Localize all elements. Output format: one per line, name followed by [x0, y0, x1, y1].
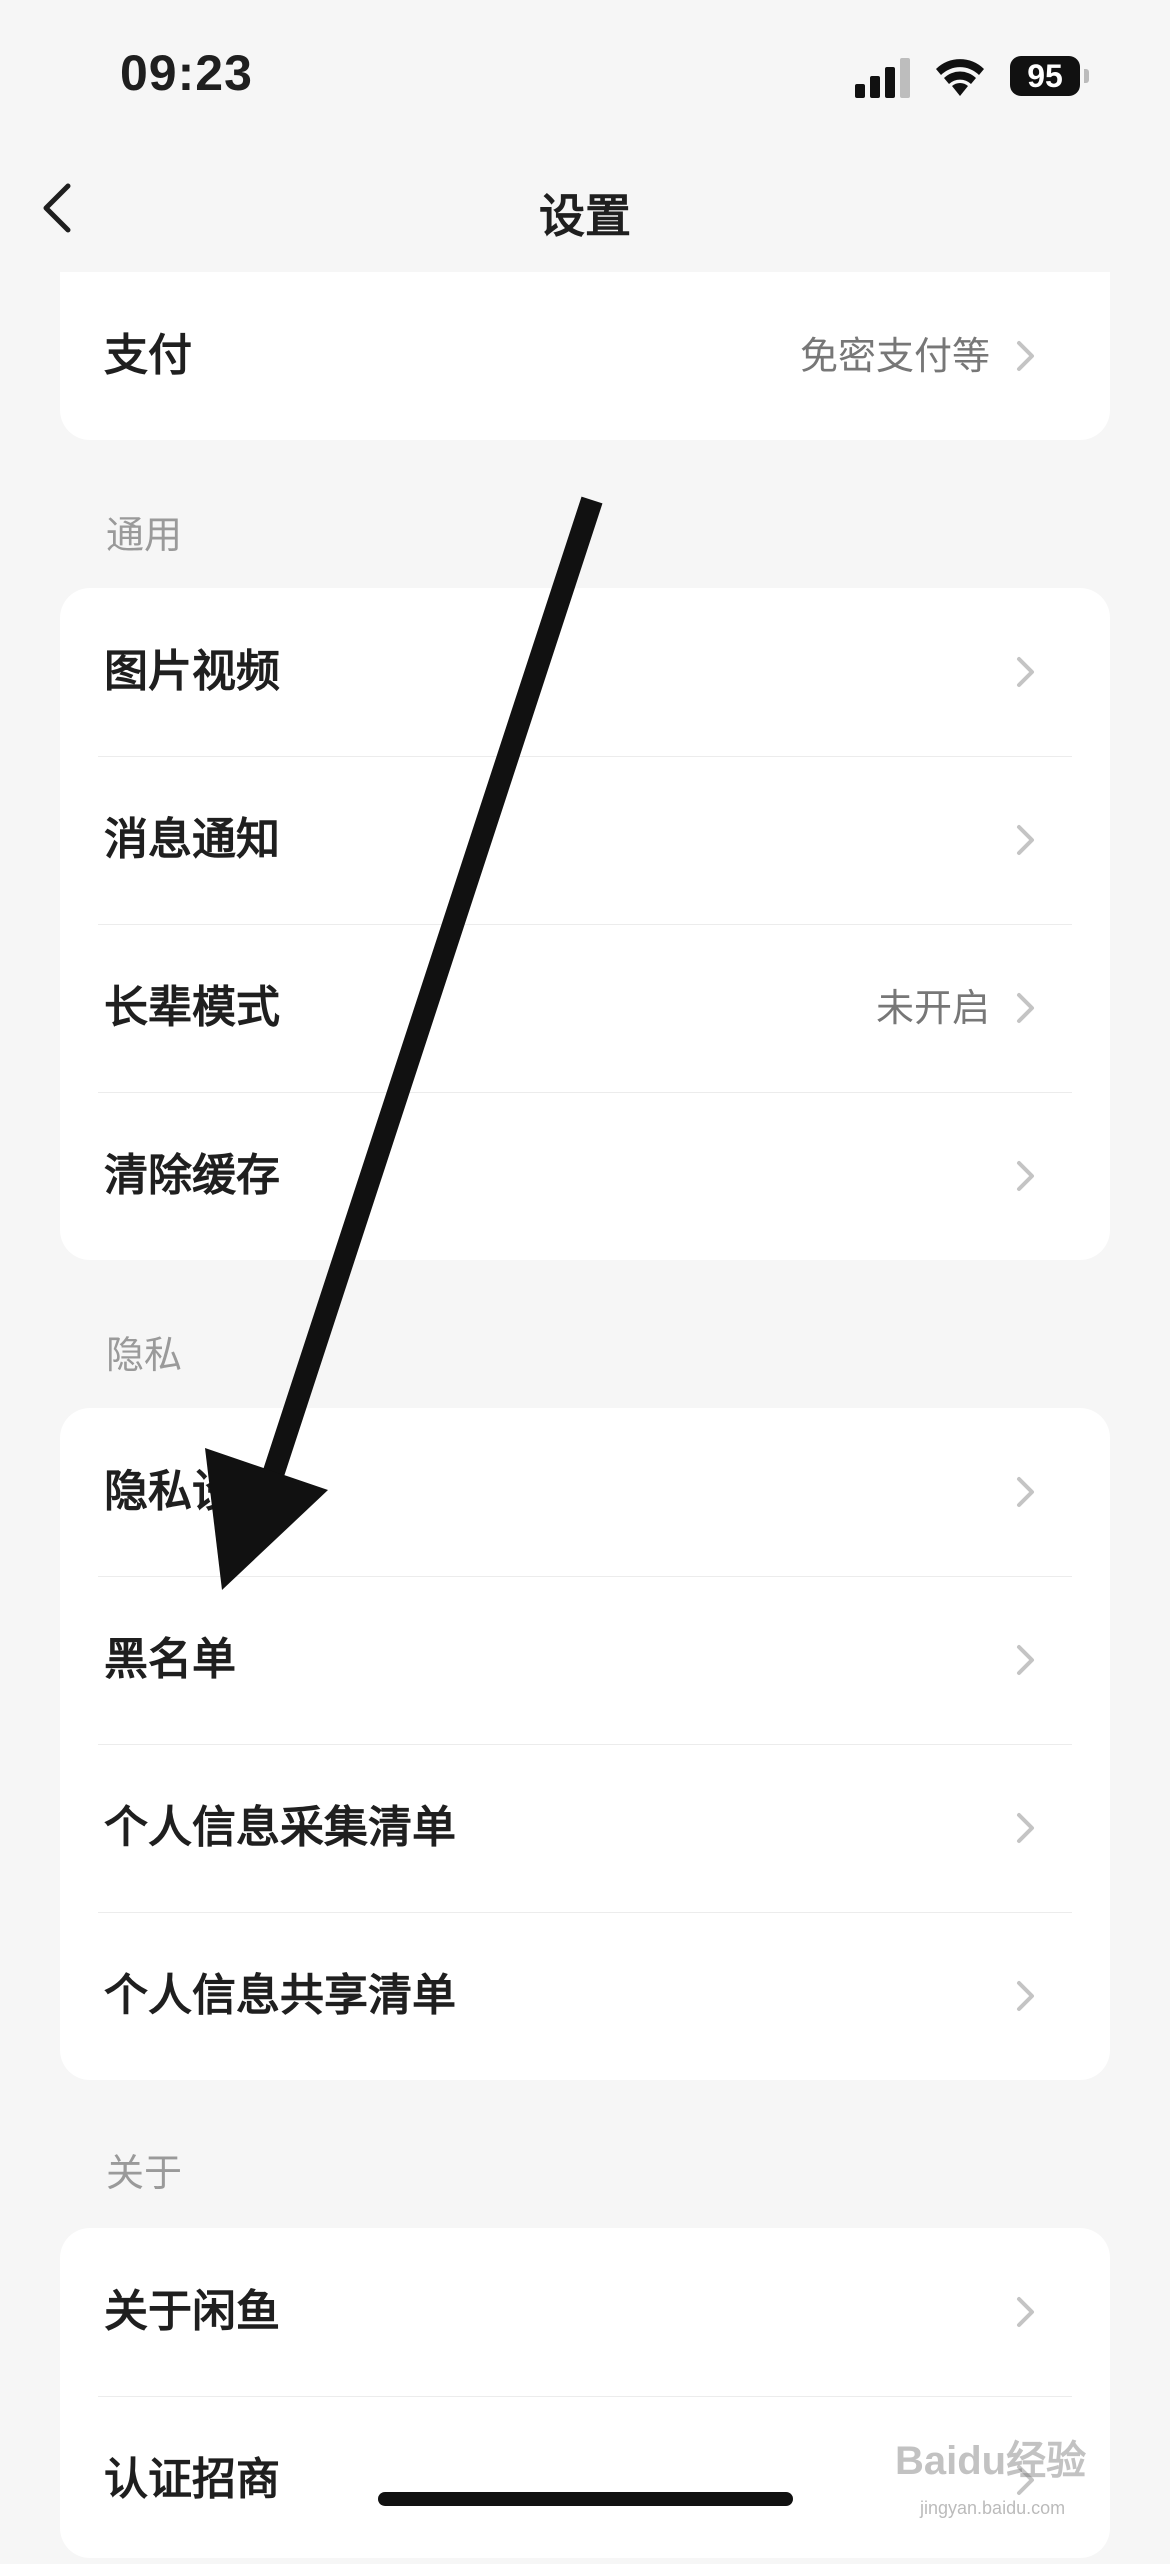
chevron-right-icon [1017, 1645, 1034, 1675]
settings-row-privacy-settings[interactable]: 隐私设置 [60, 1408, 1110, 1576]
row-value: 免密支付等 [799, 334, 990, 378]
section-header-privacy: 隐私 [106, 1333, 183, 1377]
row-value: 未开启 [875, 986, 990, 1030]
section-header-general: 通用 [106, 513, 183, 557]
navigation-bar: 设置 [0, 150, 1170, 270]
general-card: 图片视频 消息通知 长辈模式 未开启 清除缓存 [60, 588, 1110, 1260]
settings-row-info-sharing-list[interactable]: 个人信息共享清单 [60, 1912, 1110, 2080]
settings-row-clear-cache[interactable]: 清除缓存 [60, 1092, 1110, 1260]
settings-row-payment[interactable]: 支付 免密支付等 [60, 272, 1110, 440]
cellular-signal-icon [855, 58, 910, 98]
page-title: 设置 [539, 189, 631, 243]
status-time: 09:23 [120, 45, 253, 101]
settings-row-notifications[interactable]: 消息通知 [60, 756, 1110, 924]
status-bar: 09:23 95 [0, 0, 1170, 150]
settings-row-blacklist[interactable]: 黑名单 [60, 1576, 1110, 1744]
chevron-right-icon [1017, 1477, 1034, 1507]
privacy-card: 隐私设置 黑名单 个人信息采集清单 个人信息共享清单 [60, 1408, 1110, 2080]
chevron-right-icon [1017, 1981, 1034, 2011]
row-label: 支付 [104, 330, 192, 381]
chevron-right-icon [1017, 657, 1034, 687]
payment-card: 支付 免密支付等 [60, 272, 1110, 440]
row-label: 个人信息共享清单 [104, 1970, 456, 2021]
row-label: 关于闲鱼 [104, 2286, 280, 2337]
chevron-right-icon [1017, 1161, 1034, 1191]
chevron-right-icon [1017, 2297, 1034, 2327]
wifi-icon [936, 59, 984, 96]
battery-indicator: 95 [1010, 56, 1080, 96]
row-label: 个人信息采集清单 [104, 1802, 456, 1853]
row-label: 长辈模式 [104, 982, 280, 1033]
chevron-right-icon [1017, 341, 1034, 371]
settings-row-photos-videos[interactable]: 图片视频 [60, 588, 1110, 756]
home-indicator[interactable] [378, 2492, 793, 2506]
row-label: 认证招商 [104, 2454, 280, 2505]
settings-row-elder-mode[interactable]: 长辈模式 未开启 [60, 924, 1110, 1092]
chevron-right-icon [1017, 825, 1034, 855]
row-label: 消息通知 [104, 814, 280, 865]
row-label: 黑名单 [104, 1634, 236, 1685]
row-label: 清除缓存 [104, 1150, 280, 1201]
watermark-logo: Baidu经验 [895, 2439, 1087, 2483]
battery-tip [1084, 69, 1089, 83]
settings-row-about-xianyu[interactable]: 关于闲鱼 [60, 2228, 1110, 2396]
section-header-about: 关于 [106, 2151, 183, 2195]
chevron-right-icon [1017, 1813, 1034, 1843]
row-label: 隐私设置 [104, 1466, 280, 1517]
watermark-url: jingyan.baidu.com [920, 2498, 1066, 2518]
chevron-right-icon [1017, 993, 1034, 1023]
settings-row-info-collection-list[interactable]: 个人信息采集清单 [60, 1744, 1110, 1912]
row-label: 图片视频 [104, 646, 280, 697]
